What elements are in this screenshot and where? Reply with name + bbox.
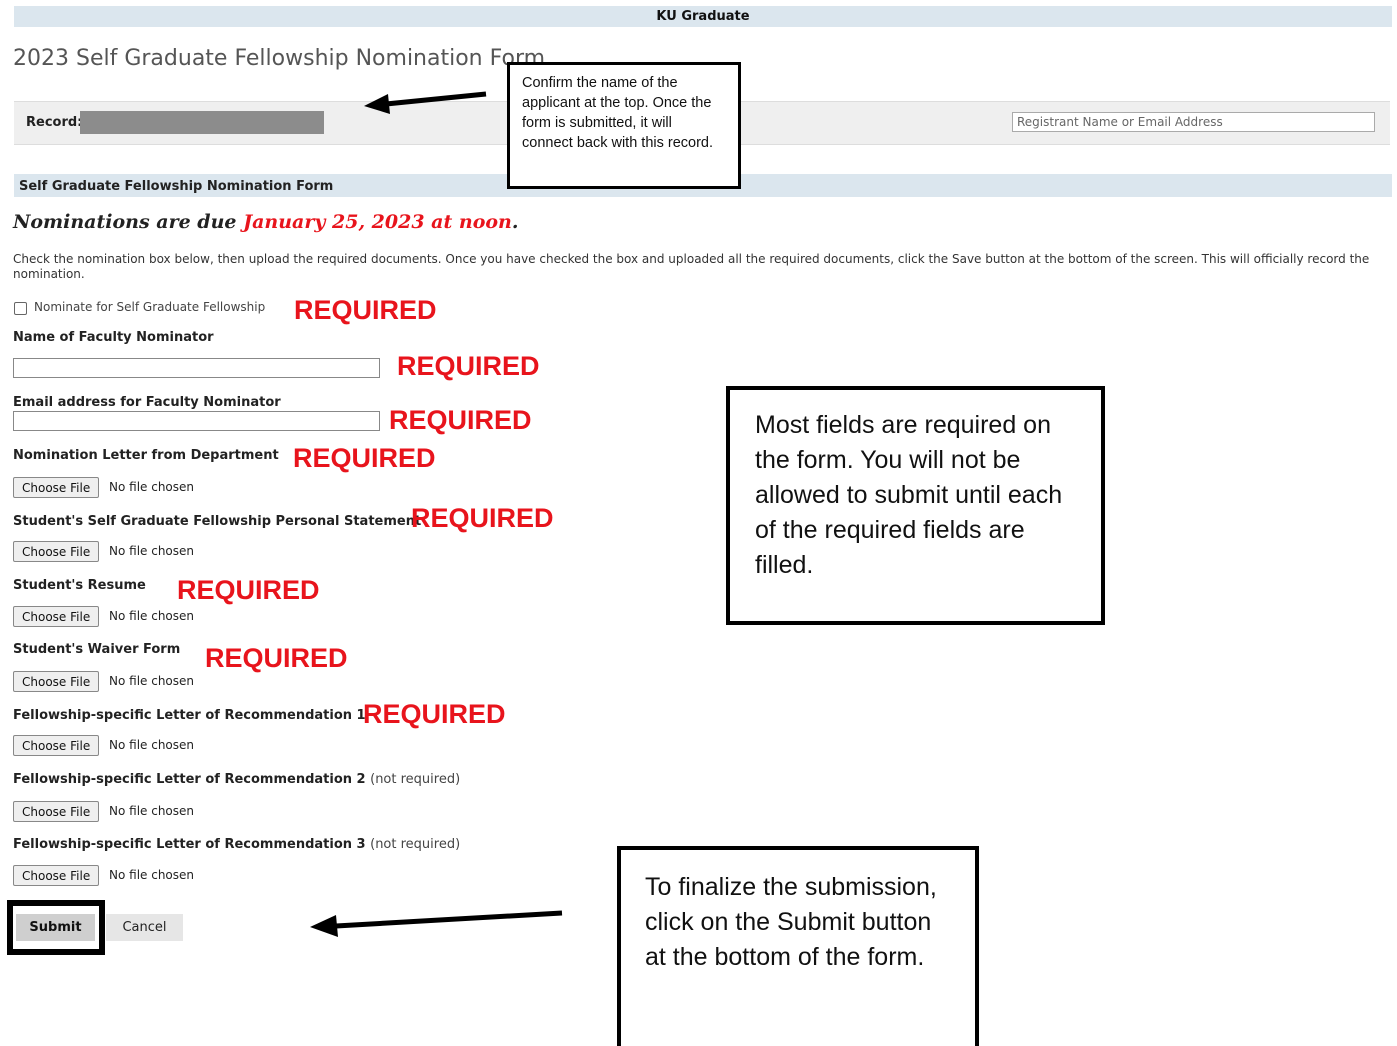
choose-file-button[interactable]: Choose File: [13, 477, 100, 498]
choose-file-button[interactable]: Choose File: [13, 865, 100, 886]
no-file-text: No file chosen: [109, 480, 195, 494]
upload-label: Fellowship-specific Letter of Recommenda…: [13, 772, 461, 787]
upload-label: Nomination Letter from Department: [13, 448, 279, 463]
submit-callout: To finalize the submission, click on the…: [617, 846, 979, 1046]
upload-label: Student's Waiver Form: [13, 642, 181, 657]
nominate-checkbox[interactable]: [14, 302, 27, 315]
choose-file-button[interactable]: Choose File: [13, 541, 100, 562]
required-marker: REQUIRED: [411, 503, 554, 533]
required-marker: REQUIRED: [389, 405, 532, 435]
choose-file-button[interactable]: Choose File: [13, 735, 100, 756]
optional-note: (not required): [370, 837, 461, 852]
optional-note: (not required): [370, 772, 461, 787]
required-marker: REQUIRED: [397, 351, 540, 381]
faculty-name-label: Name of Faculty Nominator: [13, 330, 214, 345]
required-marker: REQUIRED: [293, 443, 436, 473]
record-name-redacted: [80, 111, 324, 134]
submit-button[interactable]: Submit: [16, 914, 95, 941]
due-suffix: .: [511, 211, 519, 233]
nominate-checkbox-label[interactable]: Nominate for Self Graduate Fellowship: [34, 300, 265, 314]
record-label: Record:: [26, 115, 83, 130]
required-marker: REQUIRED: [363, 699, 506, 729]
app-header: KU Graduate: [14, 6, 1392, 27]
arrow-left-icon: [364, 91, 487, 114]
required-marker: REQUIRED: [205, 643, 348, 673]
choose-file-button[interactable]: Choose File: [13, 801, 100, 822]
no-file-text: No file chosen: [109, 738, 195, 752]
required-marker: REQUIRED: [294, 295, 437, 325]
no-file-text: No file chosen: [109, 544, 195, 558]
due-date-notice: Nominations are due January 25, 2023 at …: [13, 211, 518, 233]
upload-label: Student's Self Graduate Fellowship Perso…: [13, 514, 422, 529]
upload-label: Student's Resume: [13, 578, 146, 593]
cancel-button[interactable]: Cancel: [106, 914, 183, 941]
upload-label: Fellowship-specific Letter of Recommenda…: [13, 708, 366, 723]
upload-label: Fellowship-specific Letter of Recommenda…: [13, 837, 461, 852]
no-file-text: No file chosen: [109, 804, 195, 818]
no-file-text: No file chosen: [109, 609, 195, 623]
section-title: Self Graduate Fellowship Nomination Form: [19, 179, 334, 194]
registrant-search-input[interactable]: [1012, 112, 1375, 132]
faculty-email-label: Email address for Faculty Nominator: [13, 395, 281, 410]
required-fields-callout: Most fields are required on the form. Yo…: [726, 386, 1105, 625]
required-marker: REQUIRED: [177, 575, 320, 605]
faculty-email-input[interactable]: [13, 411, 380, 431]
choose-file-button[interactable]: Choose File: [13, 671, 100, 692]
no-file-text: No file chosen: [109, 674, 195, 688]
arrow-left-icon: [310, 910, 563, 937]
instructions-text: Check the nomination box below, then upl…: [13, 252, 1370, 281]
no-file-text: No file chosen: [109, 868, 195, 882]
record-callout: Confirm the name of the applicant at the…: [507, 62, 741, 189]
choose-file-button[interactable]: Choose File: [13, 606, 100, 627]
due-prefix: Nominations are due: [13, 211, 244, 233]
page-title: 2023 Self Graduate Fellowship Nomination…: [13, 46, 546, 71]
due-date: January 25, 2023 at noon: [243, 211, 512, 233]
faculty-name-input[interactable]: [13, 358, 380, 378]
